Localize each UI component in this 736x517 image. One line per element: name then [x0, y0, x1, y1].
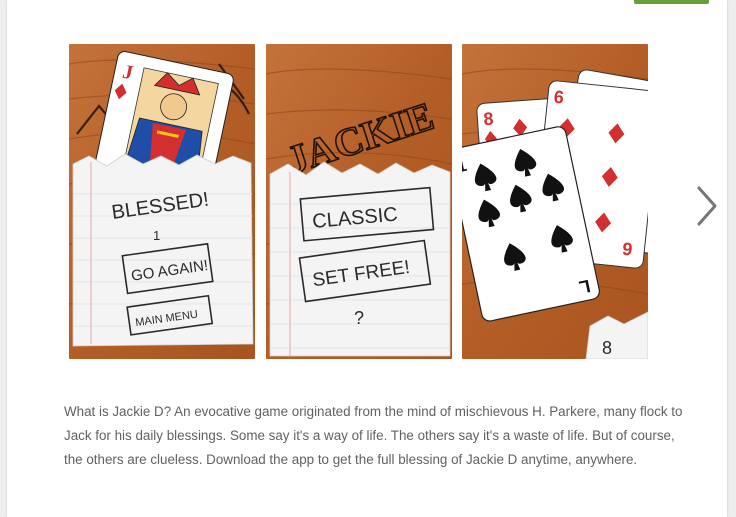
- help-mark[interactable]: ?: [354, 308, 364, 328]
- screenshot-1[interactable]: J BLESSED! 1 GO AGAIN! MAIN MENU: [69, 44, 255, 359]
- next-screenshot-button[interactable]: [689, 180, 725, 232]
- app-description: What is Jackie D? An evocative game orig…: [64, 404, 683, 467]
- install-button[interactable]: [634, 0, 709, 4]
- app-details-card: J BLESSED! 1 GO AGAIN! MAIN MENU JACKIE …: [7, 0, 727, 517]
- note-count: 1: [153, 228, 160, 243]
- card-label-2: 6: [553, 87, 565, 108]
- card-label-3: 9: [621, 239, 633, 260]
- screenshot-2[interactable]: JACKIE CLASSIC SET FREE! ?: [266, 44, 452, 359]
- chevron-right-icon: [697, 186, 717, 226]
- screenshot-3[interactable]: 8 6 9 1 L 8: [462, 44, 648, 359]
- note-corner-mark: 8: [602, 338, 612, 358]
- card-label-1: 8: [483, 109, 494, 130]
